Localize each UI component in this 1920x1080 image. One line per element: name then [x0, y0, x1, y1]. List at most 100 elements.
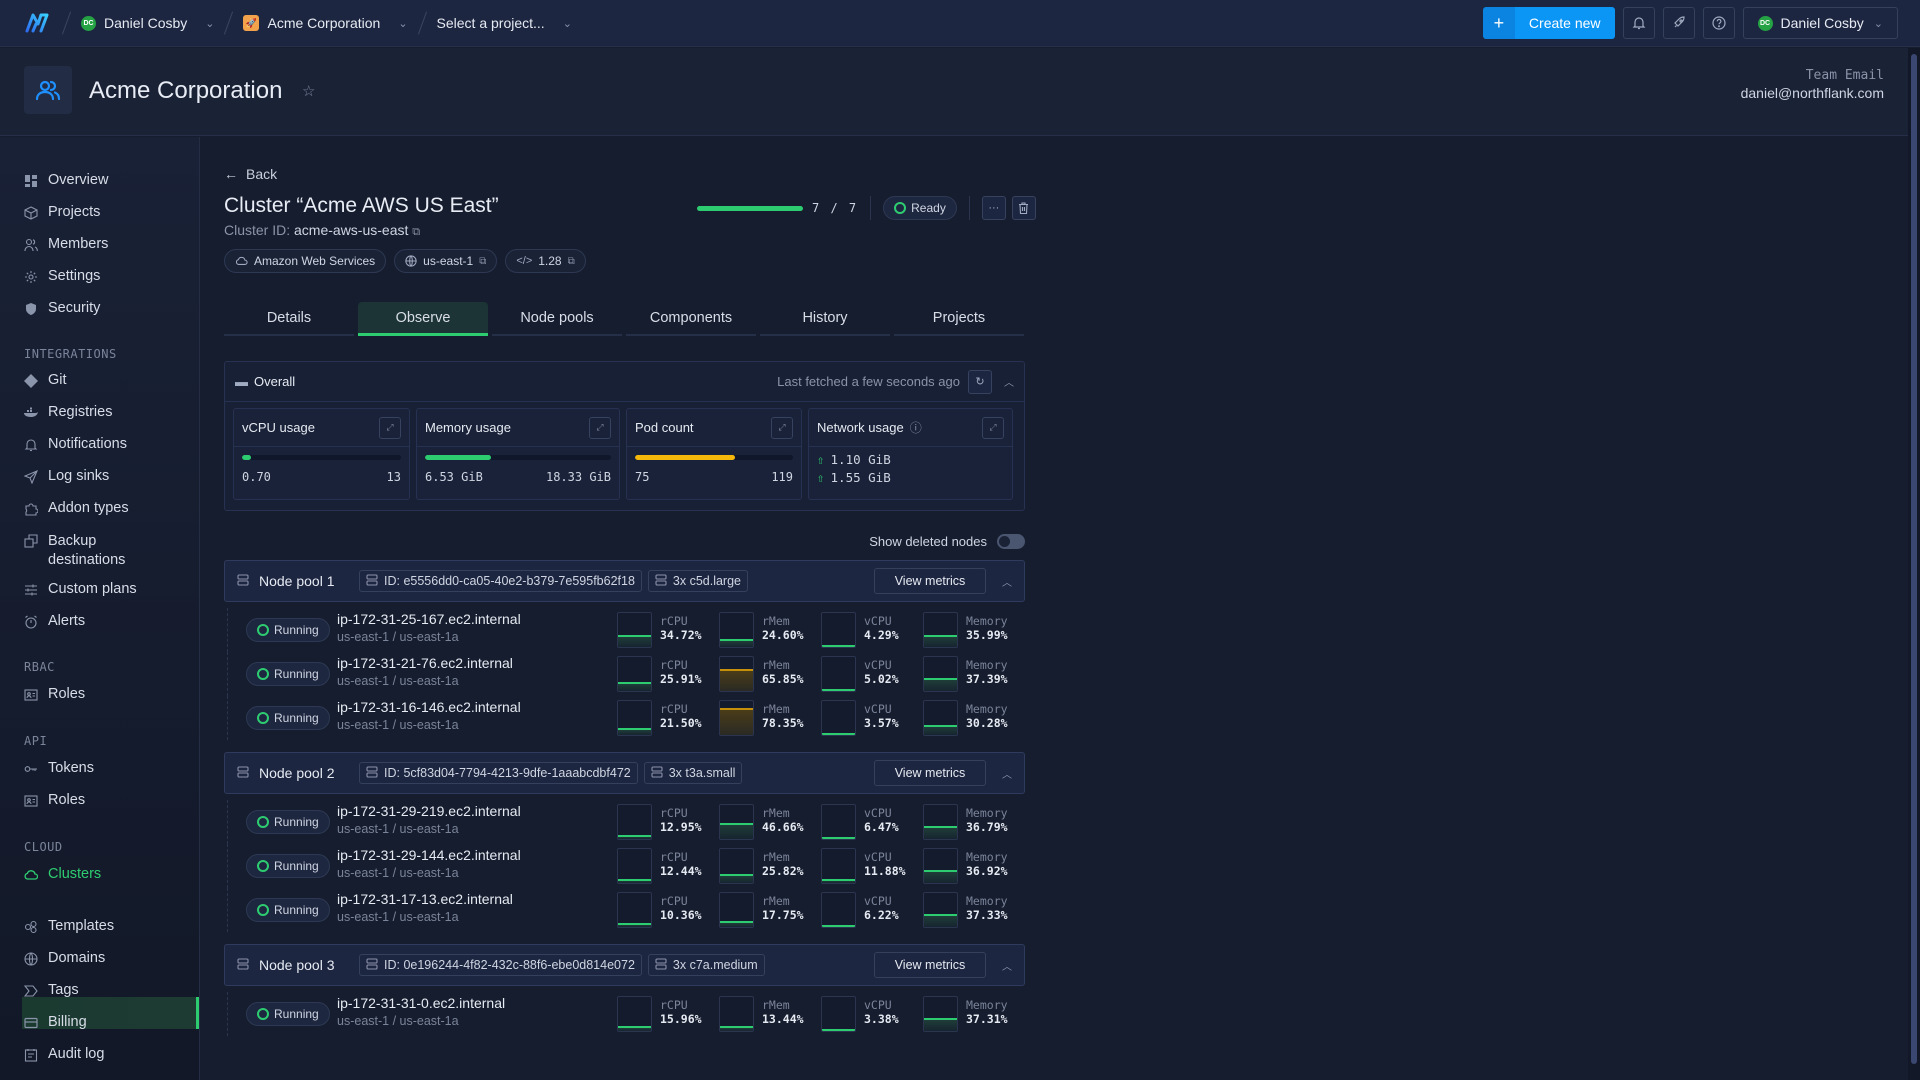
sidebar-item-tags[interactable]: Tags — [24, 982, 194, 998]
sparkline-mem[interactable] — [923, 892, 958, 928]
region-chip[interactable]: us-east-1 ⧉ — [394, 249, 498, 273]
tab-history[interactable]: History — [760, 302, 890, 336]
view-metrics-button[interactable]: View metrics — [874, 760, 986, 786]
node-row[interactable]: Running ip-172-31-16-146.ec2.internal us… — [224, 696, 1025, 740]
refresh-button[interactable]: ↻ — [968, 369, 992, 394]
sidebar-item-members[interactable]: Members — [24, 236, 194, 252]
notifications-button[interactable] — [1622, 7, 1655, 39]
sparkline-mem[interactable] — [923, 996, 958, 1032]
sparkline-rcpu[interactable] — [617, 892, 652, 928]
sparkline-rcpu[interactable] — [617, 656, 652, 692]
sparkline-mem[interactable] — [923, 848, 958, 884]
sparkline-vcpu[interactable] — [821, 656, 856, 692]
expand-icon[interactable]: ⤢ — [379, 416, 401, 439]
sidebar-item-registries[interactable]: Registries — [24, 404, 194, 420]
collapse-chevron-icon[interactable]: ︿ — [1002, 766, 1012, 781]
tab-projects[interactable]: Projects — [894, 302, 1024, 336]
sidebar-item-api-roles[interactable]: Roles — [24, 792, 194, 808]
sidebar-item-clusters[interactable]: Clusters — [24, 866, 194, 882]
collapse-chevron-icon[interactable]: ︿ — [1002, 958, 1012, 973]
node-row[interactable]: Running ip-172-31-25-167.ec2.internal us… — [224, 608, 1025, 652]
user-switcher[interactable]: DC Daniel Cosby ⌄ — [81, 15, 214, 31]
sidebar-item-tokens[interactable]: Tokens — [24, 760, 194, 776]
show-deleted-toggle[interactable] — [997, 534, 1025, 549]
sidebar-item-overview[interactable]: Overview — [24, 172, 194, 188]
node-name[interactable]: ip-172-31-17-13.ec2.internal — [337, 891, 513, 907]
node-name[interactable]: ip-172-31-29-219.ec2.internal — [337, 803, 521, 819]
rocket-button[interactable] — [1662, 7, 1695, 39]
collapse-chevron-icon[interactable]: ︿ — [1002, 574, 1012, 589]
node-name[interactable]: ip-172-31-31-0.ec2.internal — [337, 995, 505, 1011]
sparkline-rmem[interactable] — [719, 700, 754, 736]
node-row[interactable]: Running ip-172-31-29-219.ec2.internal us… — [224, 800, 1025, 844]
tab-observe[interactable]: Observe — [358, 302, 488, 336]
sidebar-item-security[interactable]: Security — [24, 300, 194, 316]
node-name[interactable]: ip-172-31-21-76.ec2.internal — [337, 655, 513, 671]
node-row[interactable]: Running ip-172-31-29-144.ec2.internal us… — [224, 844, 1025, 888]
sparkline-rcpu[interactable] — [617, 700, 652, 736]
account-menu-button[interactable]: DC Daniel Cosby ⌄ — [1742, 7, 1898, 39]
sparkline-mem[interactable] — [923, 656, 958, 692]
sparkline-vcpu[interactable] — [821, 804, 856, 840]
sparkline-rmem[interactable] — [719, 892, 754, 928]
tab-components[interactable]: Components — [626, 302, 756, 336]
copy-icon[interactable]: ⧉ — [479, 256, 486, 267]
node-name[interactable]: ip-172-31-29-144.ec2.internal — [337, 847, 521, 863]
sparkline-mem[interactable] — [923, 804, 958, 840]
sparkline-vcpu[interactable] — [821, 892, 856, 928]
project-switcher[interactable]: Select a project... ⌄ — [437, 15, 572, 31]
sidebar-item-backup-destinations[interactable]: Backup destinations — [24, 532, 194, 570]
sparkline-rmem[interactable] — [719, 612, 754, 648]
sidebar-item-templates[interactable]: Templates — [24, 918, 194, 934]
tab-details[interactable]: Details — [224, 302, 354, 336]
sparkline-vcpu[interactable] — [821, 996, 856, 1032]
more-options-button[interactable]: ··· — [981, 196, 1006, 220]
view-metrics-button[interactable]: View metrics — [874, 568, 986, 594]
sparkline-vcpu[interactable] — [821, 848, 856, 884]
favorite-star-icon[interactable]: ☆ — [302, 82, 315, 100]
node-row[interactable]: Running ip-172-31-21-76.ec2.internal us-… — [224, 652, 1025, 696]
tab-node-pools[interactable]: Node pools — [492, 302, 622, 336]
sidebar-item-settings[interactable]: Settings — [24, 268, 194, 284]
sidebar-item-log-sinks[interactable]: Log sinks — [24, 468, 194, 484]
collapse-chevron-icon[interactable]: ︿ — [1004, 374, 1014, 389]
copy-icon[interactable]: ⧉ — [568, 256, 575, 267]
sidebar-item-domains[interactable]: Domains — [24, 950, 194, 966]
sidebar-item-alerts[interactable]: Alerts — [24, 613, 194, 629]
sidebar-item-git[interactable]: Git — [24, 372, 194, 388]
help-icon[interactable]: ⓘ — [910, 419, 922, 436]
scrollbar-thumb[interactable] — [1911, 54, 1917, 1064]
sidebar-item-billing[interactable]: Billing — [24, 1014, 194, 1030]
sparkline-rcpu[interactable] — [617, 612, 652, 648]
help-button[interactable] — [1702, 7, 1735, 39]
node-name[interactable]: ip-172-31-16-146.ec2.internal — [337, 699, 521, 715]
expand-icon[interactable]: ⤢ — [589, 416, 611, 439]
sidebar-item-projects[interactable]: Projects — [24, 204, 194, 220]
sparkline-rcpu[interactable] — [617, 804, 652, 840]
delete-button[interactable] — [1011, 196, 1036, 220]
sparkline-mem[interactable] — [923, 700, 958, 736]
expand-icon[interactable]: ⤢ — [771, 416, 793, 439]
expand-icon[interactable]: ⤢ — [982, 416, 1004, 439]
node-name[interactable]: ip-172-31-25-167.ec2.internal — [337, 611, 521, 627]
sparkline-rcpu[interactable] — [617, 996, 652, 1032]
sparkline-rmem[interactable] — [719, 804, 754, 840]
sparkline-rmem[interactable] — [719, 848, 754, 884]
sparkline-vcpu[interactable] — [821, 700, 856, 736]
org-switcher[interactable]: 🚀 Acme Corporation ⌄ — [243, 15, 408, 31]
sidebar-item-custom-plans[interactable]: Custom plans — [24, 581, 194, 597]
view-metrics-button[interactable]: View metrics — [874, 952, 986, 978]
sidebar-item-addon-types[interactable]: Addon types — [24, 500, 194, 516]
node-row[interactable]: Running ip-172-31-31-0.ec2.internal us-e… — [224, 992, 1025, 1036]
northflank-logo-icon[interactable] — [22, 8, 52, 38]
copy-icon[interactable]: ⧉ — [412, 226, 420, 238]
version-chip[interactable]: </> 1.28 ⧉ — [505, 249, 586, 273]
sparkline-rmem[interactable] — [719, 996, 754, 1032]
sparkline-rmem[interactable] — [719, 656, 754, 692]
node-row[interactable]: Running ip-172-31-17-13.ec2.internal us-… — [224, 888, 1025, 932]
sidebar-item-notifications[interactable]: Notifications — [24, 436, 194, 452]
page-scrollbar[interactable] — [1908, 48, 1920, 1080]
back-button[interactable]: ← Back — [224, 166, 1024, 182]
sidebar-item-audit-log[interactable]: Audit log — [24, 1046, 194, 1062]
sparkline-vcpu[interactable] — [821, 612, 856, 648]
